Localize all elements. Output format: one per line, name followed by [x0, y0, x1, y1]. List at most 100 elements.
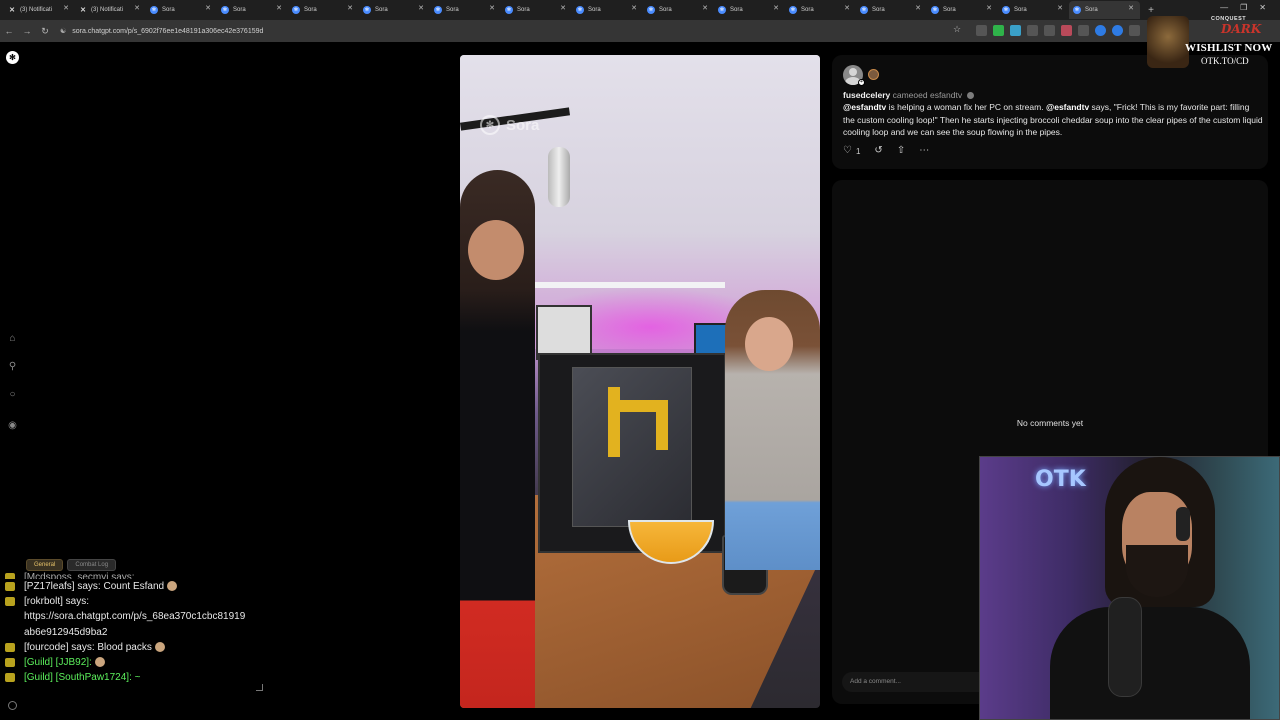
site-info-icon[interactable]: ☯	[60, 27, 66, 35]
x-logo-icon: ✕	[9, 7, 15, 14]
back-icon[interactable]: ←	[0, 26, 18, 36]
extension-icon[interactable]	[1010, 25, 1021, 36]
chat-message: [Guild] [JJB92]:	[0, 655, 266, 670]
mention-link[interactable]: @esfandtv	[843, 102, 886, 112]
promo-character-art	[1147, 16, 1189, 68]
close-tab-icon[interactable]: ✕	[276, 4, 282, 12]
remix-button[interactable]: ↺	[874, 146, 882, 156]
sora-icon: ✻	[718, 6, 726, 14]
browser-tab-strip: ✕ (3) Notificati ✕ ✕ (3) Notificati ✕ ✻ Sora ✕ ✻ S…	[0, 0, 1280, 20]
close-tab-icon[interactable]: ✕	[631, 4, 637, 12]
game-chat-overlay: General Combat Log [Mcdsposs_secmyj says…	[0, 556, 266, 692]
tab-title: Sora	[659, 7, 672, 13]
minimize-icon[interactable]: —	[1220, 3, 1228, 12]
sora-watermark: ✻ Sora	[480, 115, 539, 135]
sora-watermark-icon: ✻	[480, 115, 500, 135]
sora-icon: ✻	[1073, 6, 1081, 14]
browser-tab[interactable]: ✻ Sora ✕	[643, 1, 714, 19]
search-icon[interactable]: ⚲	[7, 361, 18, 372]
extension-icon[interactable]	[1129, 25, 1140, 36]
browser-tab[interactable]: ✻ Sora ✕	[146, 1, 217, 19]
extension-icon[interactable]	[1044, 25, 1055, 36]
tab-title: (3) Notificati	[20, 7, 53, 13]
close-tab-icon[interactable]: ✕	[63, 4, 69, 12]
more-icon: ⋯	[919, 145, 930, 156]
share-button[interactable]: ⇧	[897, 146, 905, 156]
mention-link[interactable]: @esfandtv	[1046, 102, 1089, 112]
forward-icon[interactable]: →	[18, 26, 36, 36]
extension-icon[interactable]	[1078, 25, 1089, 36]
extension-icon[interactable]	[1061, 25, 1072, 36]
browser-tab[interactable]: ✻ Sora ✕	[359, 1, 430, 19]
extension-icon[interactable]	[1095, 25, 1106, 36]
sora-logo-icon[interactable]: ✻	[6, 51, 19, 64]
no-comments-text: No comments yet	[1016, 418, 1084, 428]
chat-channel-icon	[5, 673, 15, 683]
post-caption: @esfandtv is helping a woman fix her PC …	[843, 102, 1263, 138]
browser-tab[interactable]: ✕ (3) Notificati ✕	[4, 1, 75, 19]
tab-title: Sora	[588, 7, 601, 13]
close-tab-icon[interactable]: ✕	[1128, 4, 1134, 12]
more-options-button[interactable]: ⋯	[919, 146, 929, 156]
close-tab-icon[interactable]: ✕	[773, 4, 779, 12]
bookmark-star-icon[interactable]: ☆	[948, 24, 966, 35]
restore-icon[interactable]: ❐	[1240, 3, 1247, 12]
reload-icon[interactable]: ↻	[36, 26, 54, 37]
close-tab-icon[interactable]: ✕	[418, 4, 424, 12]
video-shelf	[530, 282, 725, 288]
close-tab-icon[interactable]: ✕	[560, 4, 566, 12]
profile-icon[interactable]: ◉	[7, 420, 18, 431]
close-tab-icon[interactable]: ✕	[489, 4, 495, 12]
close-tab-icon[interactable]: ✕	[347, 4, 353, 12]
close-tab-icon[interactable]: ✕	[915, 4, 921, 12]
cameo-user[interactable]: esfandtv	[930, 90, 962, 100]
browser-tab[interactable]: ✻ Sora ✕	[288, 1, 359, 19]
chat-resize-handle[interactable]	[256, 684, 263, 691]
url-field[interactable]: ☯ sora.chatgpt.com/p/s_6902f76ee1e48191a…	[60, 24, 960, 38]
extension-icon[interactable]	[976, 25, 987, 36]
extension-icon[interactable]	[993, 25, 1004, 36]
sora-icon: ✻	[292, 6, 300, 14]
extension-icon[interactable]	[1112, 25, 1123, 36]
close-tab-icon[interactable]: ✕	[986, 4, 992, 12]
tab-title: Sora	[162, 7, 175, 13]
close-tab-icon[interactable]: ✕	[205, 4, 211, 12]
cameo-avatar[interactable]	[868, 69, 879, 80]
close-tab-icon[interactable]: ✕	[702, 4, 708, 12]
video-player[interactable]: ✻ Sora	[460, 55, 820, 708]
browser-tab[interactable]: ✻ Sora ✕	[714, 1, 785, 19]
browser-tab[interactable]: ✻ Sora ✕	[572, 1, 643, 19]
conquest-dark-promo: CONQUEST DARK WISHLIST NOW OTK.TO/CD	[1145, 14, 1280, 70]
author-name[interactable]: fusedcelery	[843, 90, 890, 100]
browser-tab[interactable]: ✻ Sora ✕	[927, 1, 998, 19]
home-icon[interactable]: ⌂	[7, 333, 18, 344]
otk-neon-sign: OTK	[1035, 467, 1086, 492]
sora-icon: ✻	[150, 6, 158, 14]
browser-tab[interactable]: ✻ Sora ✕	[856, 1, 927, 19]
close-tab-icon[interactable]: ✕	[844, 4, 850, 12]
chat-channel-icon	[5, 597, 15, 607]
browser-tab[interactable]: ✻ Sora ✕	[217, 1, 288, 19]
browser-tab[interactable]: ✕ (3) Notificati ✕	[75, 1, 146, 19]
browser-tab[interactable]: ✻ Sora ✕	[501, 1, 572, 19]
window-controls: — ❐ ✕	[1220, 3, 1266, 12]
browser-tab[interactable]: ✻ Sora ✕	[785, 1, 856, 19]
notifications-icon[interactable]: ○	[7, 389, 18, 400]
browser-tab[interactable]: ✻ Sora ✕	[998, 1, 1069, 19]
like-button[interactable]: ♡ 1	[843, 146, 860, 156]
settings-icon[interactable]	[8, 701, 17, 710]
heart-icon: ♡	[843, 145, 852, 156]
close-tab-icon[interactable]: ✕	[134, 4, 140, 12]
chat-channel-icon	[5, 582, 15, 591]
extension-icon[interactable]	[1027, 25, 1038, 36]
close-tab-icon[interactable]: ✕	[1057, 4, 1063, 12]
browser-tab[interactable]: ✻ Sora ✕	[1069, 1, 1140, 19]
chat-message: [rokrbolt] says:	[0, 594, 266, 609]
browser-tab[interactable]: ✻ Sora ✕	[430, 1, 501, 19]
close-window-icon[interactable]: ✕	[1259, 3, 1266, 12]
x-logo-icon: ✕	[80, 7, 86, 14]
remix-icon: ↺	[874, 145, 883, 156]
address-bar: ← → ↻ ☯ sora.chatgpt.com/p/s_6902f76ee1e…	[0, 20, 1280, 42]
verified-icon	[967, 92, 975, 100]
tab-title: Sora	[304, 7, 317, 13]
